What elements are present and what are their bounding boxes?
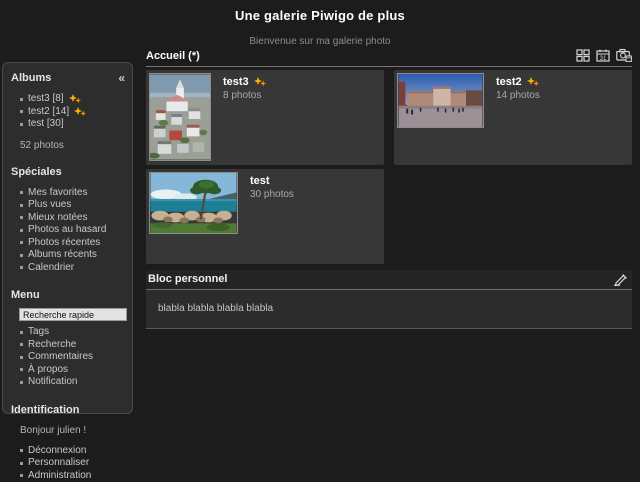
square-bullet-icon bbox=[20, 241, 23, 244]
personal-block-title: Bloc personnel bbox=[148, 273, 227, 285]
calendar-created-icon[interactable] bbox=[616, 48, 632, 62]
square-bullet-icon bbox=[20, 229, 23, 232]
sidebar-item-label: test3 [8] bbox=[28, 93, 64, 106]
sidebar-item-notification[interactable]: Notification bbox=[20, 376, 125, 389]
main-content: Accueil (*) 31 bbox=[146, 48, 632, 329]
square-bullet-icon bbox=[20, 381, 23, 384]
sidebar-item-label: test2 [14] bbox=[28, 106, 69, 119]
album-card-title[interactable]: test3 bbox=[223, 76, 266, 88]
square-bullet-icon bbox=[20, 110, 23, 113]
svg-text:31: 31 bbox=[600, 56, 607, 62]
square-bullet-icon bbox=[20, 98, 23, 101]
menu-section-title: Menu bbox=[11, 289, 125, 301]
sidebar-item-recent-albums[interactable]: Albums récents bbox=[20, 249, 125, 262]
sidebar-item-random[interactable]: Photos au hasard bbox=[20, 224, 125, 237]
album-card-test[interactable]: test 30 photos bbox=[146, 169, 384, 264]
sidebar-item-best-rated[interactable]: Mieux notées bbox=[20, 212, 125, 225]
sidebar-item-most-viewed[interactable]: Plus vues bbox=[20, 199, 125, 212]
sidebar-item-search[interactable]: Recherche bbox=[20, 339, 125, 352]
page-title-row: Accueil (*) 31 bbox=[146, 48, 632, 67]
square-bullet-icon bbox=[20, 123, 23, 126]
sidebar-item-administration[interactable]: Administration bbox=[20, 470, 125, 482]
calendar-posted-icon[interactable]: 31 bbox=[596, 49, 610, 62]
square-bullet-icon bbox=[20, 216, 23, 219]
sidebar-item-customize[interactable]: Personnaliser bbox=[20, 457, 125, 470]
total-photos-count: 52 photos bbox=[20, 140, 125, 151]
gallery-subtitle: Bienvenue sur ma galerie photo bbox=[0, 36, 640, 47]
album-thumbnail-test2[interactable] bbox=[397, 73, 484, 128]
square-bullet-icon bbox=[20, 254, 23, 257]
square-bullet-icon bbox=[20, 191, 23, 194]
collapse-sidebar-icon[interactable]: « bbox=[118, 73, 125, 83]
edit-block-icon[interactable] bbox=[613, 272, 628, 286]
new-sparkle-icon bbox=[69, 94, 81, 104]
square-bullet-icon bbox=[20, 449, 23, 452]
album-photo-count: 30 photos bbox=[250, 189, 294, 200]
album-card-title[interactable]: test2 bbox=[496, 76, 540, 88]
new-sparkle-icon bbox=[74, 107, 86, 117]
sidebar-item-test[interactable]: test [30] bbox=[20, 118, 125, 131]
square-bullet-icon bbox=[20, 343, 23, 346]
sidebar-item-about[interactable]: À propos bbox=[20, 364, 125, 377]
personal-block-content: blabla blabla blabla blabla bbox=[146, 290, 632, 329]
menu-list: Tags Recherche Commentaires À propos Not… bbox=[11, 326, 125, 389]
album-thumbnail-test[interactable] bbox=[149, 172, 238, 234]
site-header: Une galerie Piwigo de plus Bienvenue sur… bbox=[0, 0, 640, 47]
sidebar-item-favorites[interactable]: Mes favorites bbox=[20, 187, 125, 200]
sidebar-albums-header: Albums « bbox=[11, 72, 125, 84]
greeting-text: Bonjour julien ! bbox=[20, 425, 125, 436]
personal-block-header: Bloc personnel bbox=[146, 270, 632, 290]
album-card-test3[interactable]: test3 8 photos bbox=[146, 70, 384, 165]
specials-list: Mes favorites Plus vues Mieux notées Pho… bbox=[11, 187, 125, 275]
sidebar-item-test3[interactable]: test3 [8] bbox=[20, 93, 125, 106]
sidebar-item-test2[interactable]: test2 [14] bbox=[20, 106, 125, 119]
sidebar-menubar: Albums « test3 [8] test2 [14] test [30] … bbox=[2, 62, 133, 414]
square-bullet-icon bbox=[20, 368, 23, 371]
album-thumbnail-test3[interactable] bbox=[149, 73, 211, 161]
square-bullet-icon bbox=[20, 474, 23, 477]
sidebar-item-recent-photos[interactable]: Photos récentes bbox=[20, 237, 125, 250]
new-sparkle-icon bbox=[254, 77, 266, 87]
sidebar-item-logout[interactable]: Déconnexion bbox=[20, 445, 125, 458]
sidebar-item-tags[interactable]: Tags bbox=[20, 326, 125, 339]
square-bullet-icon bbox=[20, 331, 23, 334]
personal-block: Bloc personnel blabla blabla blabla blab… bbox=[146, 270, 632, 329]
album-card-test2[interactable]: test2 14 photos bbox=[394, 70, 632, 165]
gallery-title: Une galerie Piwigo de plus bbox=[0, 8, 640, 23]
albums-list: test3 [8] test2 [14] test [30] bbox=[11, 93, 125, 131]
breadcrumb: Accueil (*) bbox=[146, 50, 200, 62]
album-photo-count: 14 photos bbox=[496, 90, 540, 101]
square-bullet-icon bbox=[20, 266, 23, 269]
album-photo-count: 8 photos bbox=[223, 90, 266, 101]
sidebar-item-label: test [30] bbox=[28, 118, 64, 131]
square-bullet-icon bbox=[20, 356, 23, 359]
square-bullet-icon bbox=[20, 462, 23, 465]
sidebar-item-comments[interactable]: Commentaires bbox=[20, 351, 125, 364]
identification-list: Déconnexion Personnaliser Administration bbox=[11, 445, 125, 482]
album-cards-grid: test3 8 photos bbox=[146, 70, 632, 264]
sidebar-item-calendar[interactable]: Calendrier bbox=[20, 262, 125, 275]
albums-section-title: Albums bbox=[11, 72, 51, 84]
thumbnails-grid-icon[interactable] bbox=[576, 49, 590, 62]
new-sparkle-icon bbox=[527, 77, 539, 87]
quick-search-input[interactable] bbox=[19, 308, 127, 321]
album-card-title[interactable]: test bbox=[250, 175, 294, 187]
square-bullet-icon bbox=[20, 204, 23, 207]
specials-section-title: Spéciales bbox=[11, 166, 125, 178]
view-mode-toolbar: 31 bbox=[576, 48, 632, 62]
identification-section-title: Identification bbox=[11, 404, 125, 416]
